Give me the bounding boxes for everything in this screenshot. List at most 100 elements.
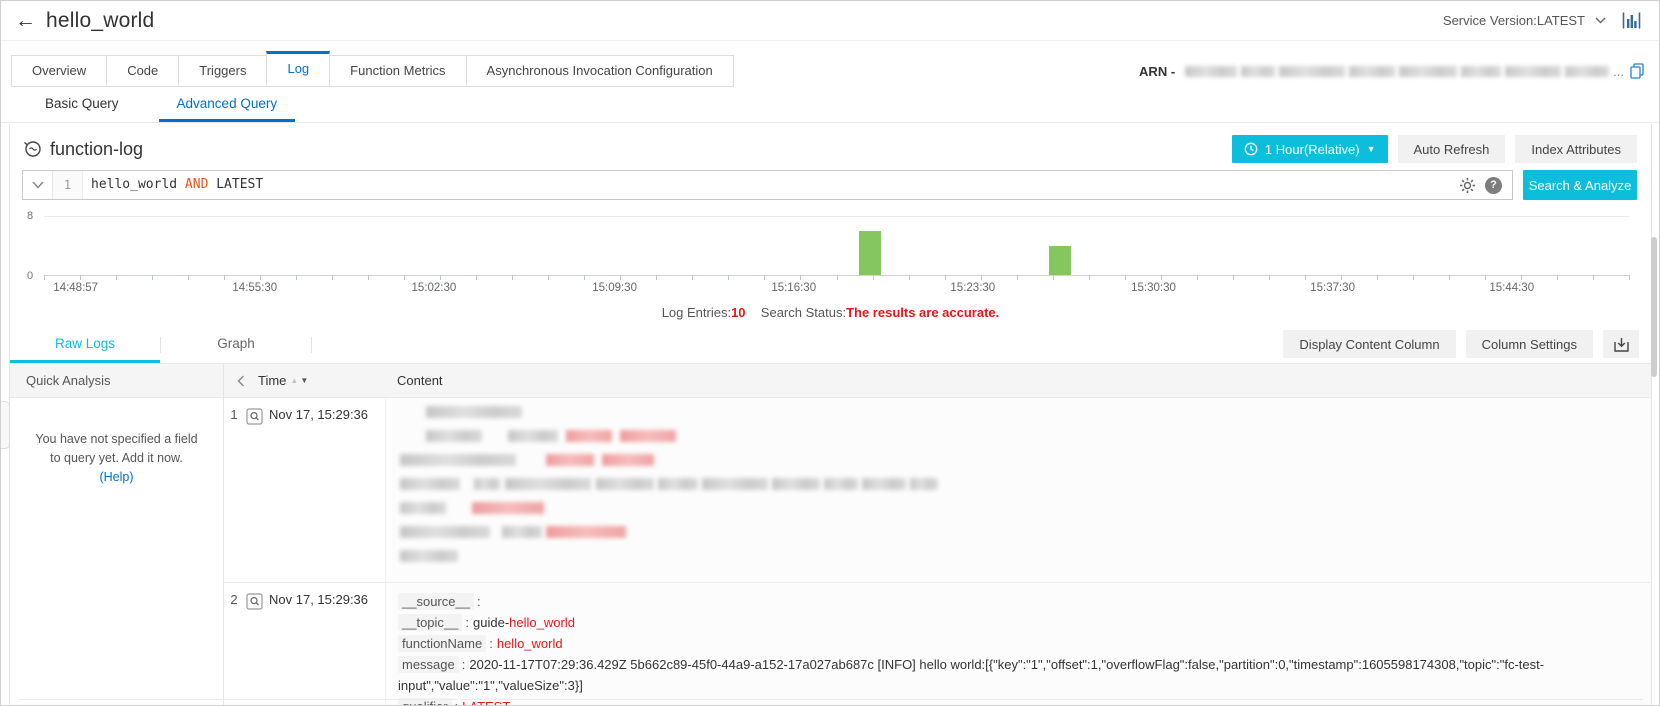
log-content-cell[interactable]: __source__: __topic__: guide-hello_world fu… — [385, 583, 1651, 705]
axis-minor-tick — [1592, 275, 1594, 280]
tab-advanced-query[interactable]: Advanced Query — [158, 87, 296, 122]
log-field-value-highlighted: hello_world — [496, 636, 563, 651]
service-version-label: Service Version:LATEST — [1442, 13, 1585, 28]
axis-minor-tick — [980, 275, 982, 280]
redacted-block — [1185, 65, 1238, 77]
row-number: 1 — [230, 407, 238, 422]
log-content-cell[interactable] — [385, 398, 1651, 582]
histogram-top-gridline — [44, 216, 1629, 217]
column-settings-button[interactable]: Column Settings — [1465, 330, 1593, 358]
copy-icon[interactable] — [1630, 63, 1645, 79]
log-field-value: guide- — [473, 615, 510, 630]
x-axis-tick-label: 15:30:30 — [1131, 282, 1176, 294]
redacted-block — [1241, 65, 1276, 77]
axis-minor-tick — [368, 275, 370, 280]
axis-minor-tick — [440, 275, 442, 280]
query-text[interactable]: hello_world AND LATEST — [83, 171, 1459, 199]
inspect-log-icon[interactable] — [246, 593, 263, 610]
log-field-key[interactable]: functionName — [398, 635, 487, 652]
editor-collapse-toggle[interactable] — [23, 171, 53, 199]
page-title: hello_world — [46, 8, 155, 32]
log-table-header: Time ▲ ▼ Content — [224, 364, 1651, 398]
tab-raw-logs[interactable]: Raw Logs — [10, 326, 160, 363]
axis-minor-tick — [620, 275, 622, 280]
tab-triggers[interactable]: Triggers — [178, 55, 268, 87]
back-arrow-icon[interactable]: ← — [15, 10, 36, 31]
tab-code[interactable]: Code — [106, 55, 180, 87]
axis-minor-tick — [1520, 275, 1522, 280]
arn-value-redacted — [1181, 65, 1610, 77]
axis-minor-tick — [332, 275, 334, 280]
log-field-line: __source__: — [398, 591, 1639, 612]
axis-minor-tick — [1340, 275, 1342, 280]
tab-function-metrics[interactable]: Function Metrics — [329, 55, 467, 87]
axis-minor-tick — [1556, 275, 1558, 280]
axis-minor-tick — [656, 275, 658, 280]
sort-descending-icon[interactable]: ▼ — [300, 376, 308, 385]
redacted-block — [426, 406, 522, 418]
download-button[interactable] — [1603, 330, 1639, 358]
x-axis-tick-label: 15:23:30 — [950, 282, 996, 294]
redacted-log-line — [398, 526, 1639, 538]
function-compute-log-page: ← hello_world Service Version:LATEST Ove… — [0, 0, 1660, 706]
axis-minor-tick — [404, 275, 406, 280]
axis-minor-tick — [44, 275, 45, 280]
vertical-scrollbar-thumb[interactable] — [1651, 237, 1657, 377]
collapse-panel-chevron-left-icon[interactable] — [224, 375, 258, 387]
axis-minor-tick — [1196, 275, 1198, 280]
y-axis-min-label: 0 — [27, 270, 34, 282]
redacted-block — [426, 430, 482, 442]
redacted-block — [400, 502, 446, 514]
log-field-key[interactable]: __source__ — [398, 593, 474, 610]
redacted-block — [1565, 65, 1610, 77]
log-field-key[interactable]: message — [398, 656, 459, 673]
editor-line-number: 1 — [53, 171, 83, 199]
histogram-bar[interactable] — [1048, 245, 1071, 275]
tab-basic-query[interactable]: Basic Query — [27, 87, 137, 122]
logs-area: Quick Analysis You have not specified a … — [10, 364, 1651, 705]
tab-graph[interactable]: Graph — [161, 326, 311, 363]
arn-ellipsis: ... — [1613, 63, 1624, 79]
tab-separator — [311, 336, 312, 353]
chevron-down-icon[interactable] — [1595, 17, 1606, 24]
redacted-block — [546, 526, 626, 538]
display-content-column-button[interactable]: Display Content Column — [1283, 330, 1456, 358]
metrics-chart-icon[interactable] — [1622, 12, 1641, 29]
index-attributes-button[interactable]: Index Attributes — [1515, 135, 1637, 163]
search-analyze-button[interactable]: Search & Analyze — [1523, 170, 1637, 200]
redacted-block — [505, 478, 591, 490]
redacted-block — [824, 478, 858, 490]
collapsed-sidebar-handle[interactable] — [1, 401, 10, 449]
quick-analysis-panel: Quick Analysis You have not specified a … — [10, 364, 224, 705]
inspect-log-icon[interactable] — [246, 408, 263, 425]
tab-overview[interactable]: Overview — [11, 55, 108, 87]
editor-settings-gear-icon[interactable] — [1459, 177, 1476, 194]
tab-async-invocation-config[interactable]: Asynchronous Invocation Configuration — [465, 55, 734, 87]
redacted-block — [1399, 65, 1458, 77]
key-value-separator: : — [461, 657, 466, 672]
x-axis-tick-label: 15:02:30 — [411, 282, 457, 294]
help-question-icon[interactable]: ? — [1485, 176, 1502, 194]
redacted-log-line — [398, 502, 1639, 514]
search-status-line: Log Entries:10 Search Status:The results… — [10, 302, 1651, 324]
horizontal-scrollbar-track[interactable] — [19, 699, 1643, 700]
query-editor[interactable]: 1 hello_world AND LATEST ? — [22, 170, 1513, 200]
search-status-value: The results are accurate. — [846, 305, 1000, 320]
histogram-plot[interactable]: 8 0 14:48:57 14:55:30 15:02:30 15:09:30 15:1… — [27, 210, 1630, 294]
axis-minor-tick — [728, 275, 730, 280]
key-value-separator: : — [476, 594, 481, 609]
auto-refresh-button[interactable]: Auto Refresh — [1397, 135, 1506, 163]
x-axis-tick-label: 14:48:57 — [53, 282, 99, 294]
time-range-button[interactable]: 1 Hour(Relative) ▼ — [1231, 135, 1388, 163]
log-timestamp: Nov 17, 15:29:36 — [269, 592, 369, 607]
axis-minor-tick — [260, 275, 262, 280]
log-histogram: 8 0 14:48:57 14:55:30 15:02:30 15:09:30 15:1… — [20, 206, 1635, 302]
log-field-key[interactable]: __topic__ — [398, 614, 463, 631]
axis-minor-tick — [1629, 275, 1630, 280]
histogram-bar[interactable] — [858, 230, 881, 275]
arn-row: ARN - ... — [1139, 63, 1645, 79]
help-link[interactable]: (Help) — [10, 468, 223, 487]
clock-icon — [1244, 142, 1258, 156]
sort-ascending-icon[interactable]: ▲ — [290, 376, 298, 385]
tab-log[interactable]: Log — [266, 51, 331, 87]
